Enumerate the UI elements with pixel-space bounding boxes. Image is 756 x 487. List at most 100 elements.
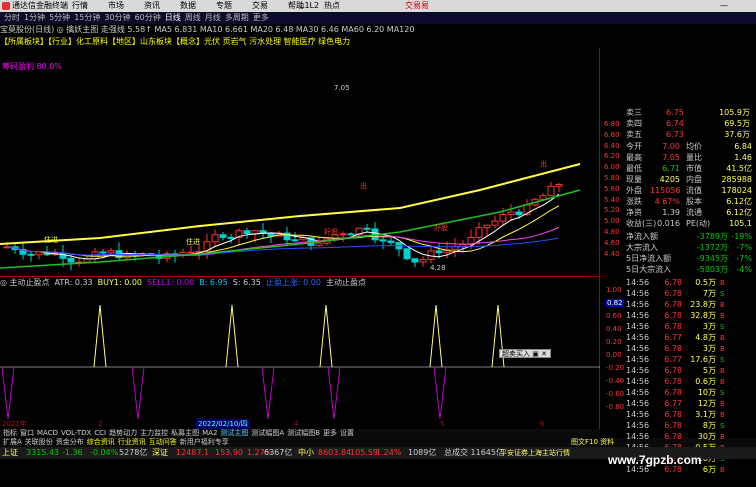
- period-tab[interactable]: 更多: [253, 13, 269, 22]
- menu-item[interactable]: 市场: [108, 1, 124, 10]
- indicator-tick-label: 0.00: [606, 351, 622, 359]
- candle-body: [219, 234, 227, 238]
- info-tab[interactable]: 行业资讯: [118, 438, 146, 446]
- indicator-tab[interactable]: 主力监控: [140, 429, 168, 437]
- period-tab[interactable]: 多周期: [225, 13, 249, 22]
- tick-side: S: [720, 356, 725, 364]
- period-tab[interactable]: 日线: [165, 13, 181, 22]
- sell-level-row: 卖三 6.75 105.9万: [600, 108, 756, 118]
- indicator-tab[interactable]: MACD: [37, 429, 58, 437]
- period-tab[interactable]: 1分钟: [24, 13, 45, 22]
- menu-item[interactable]: 资讯: [144, 1, 160, 10]
- stat-value: 41.5亿: [726, 164, 752, 173]
- tick-time: 14:56: [626, 377, 650, 386]
- indicator-popup[interactable]: 超卖买入 ▣ ✕: [499, 349, 551, 358]
- indicator-tick-label: -0.60: [606, 390, 625, 398]
- indicator-tab[interactable]: VOL-TDX: [61, 429, 91, 437]
- tick-side: B: [720, 312, 725, 320]
- sell-level-volume: 105.9万: [719, 108, 750, 117]
- info-tab[interactable]: 关联股份: [25, 438, 53, 446]
- indicator-tab[interactable]: 测试幅图A: [251, 429, 284, 437]
- indicator-tab[interactable]: MA2: [202, 429, 217, 437]
- info-tab[interactable]: 综合资讯: [87, 438, 115, 446]
- capital-value: -9345万: [696, 254, 728, 263]
- menu-item[interactable]: 专题: [216, 1, 232, 10]
- tick-time: 14:56: [626, 322, 650, 331]
- stat-key: 最低: [626, 164, 642, 173]
- indicator-tab[interactable]: 设置: [340, 429, 354, 437]
- period-tab[interactable]: 60分钟: [135, 13, 161, 22]
- tick-volume: 32.8万: [690, 311, 716, 320]
- candle-body: [27, 253, 35, 256]
- tick-volume: 4.8万: [695, 333, 716, 342]
- menu-item[interactable]: 数据: [180, 1, 196, 10]
- stat-value: 0.016: [657, 219, 680, 228]
- period-tab[interactable]: 分时: [4, 13, 20, 22]
- candle-body: [483, 224, 491, 229]
- zx-name[interactable]: 中小: [298, 447, 314, 459]
- watermark: www.7gpzb.com: [608, 453, 702, 467]
- stat-value: 178024: [721, 186, 752, 195]
- account-label[interactable]: L1L2: [300, 0, 319, 12]
- indicator-tab[interactable]: 窗口: [20, 429, 34, 437]
- tick-price: 6.77: [664, 333, 682, 342]
- price-tick-label: 4.40: [604, 249, 620, 258]
- tick-volume: 10万: [697, 388, 716, 397]
- quick-trade-button[interactable]: 交易易: [405, 0, 429, 12]
- kline-chart[interactable]: 4.287.05住进 住进好股 好股出出: [0, 48, 600, 276]
- menu-item[interactable]: 交易: [252, 1, 268, 10]
- info-tab[interactable]: 扩展A: [3, 438, 22, 446]
- indicator-tabs: 指标 窗口 MACD VOL-TDX CCI 趋势动力 主力监控 私募主图 MA2 测试主图 测试幅…: [0, 429, 600, 438]
- sh-val: 3315.43: [26, 448, 60, 457]
- indicator-tab[interactable]: 测试主图: [220, 429, 248, 437]
- info-tab[interactable]: 资金分布: [56, 438, 84, 446]
- info-tab[interactable]: 互动问答: [149, 438, 177, 446]
- indicator-tab[interactable]: 指标: [3, 429, 17, 437]
- stat-value: 285988: [721, 175, 752, 184]
- tick-side: S: [720, 389, 725, 397]
- date-label: 2022/02/10/四: [196, 419, 250, 429]
- candle-body: [515, 211, 523, 216]
- stat-row: 涨跌 4.67% 股本 6.12亿: [600, 197, 756, 207]
- tick-price: 6.78: [664, 410, 682, 419]
- indicator-tab[interactable]: 趋势动力: [109, 429, 137, 437]
- candle-body: [291, 239, 299, 242]
- price-tick-label: 5.60: [604, 184, 620, 193]
- candle-body: [547, 185, 555, 197]
- indicator-tab[interactable]: CCI: [94, 429, 106, 437]
- tick-price: 6.78: [664, 300, 682, 309]
- indicator-tab[interactable]: 更多: [323, 429, 337, 437]
- sell-signal-spike: [131, 366, 145, 420]
- period-tab[interactable]: 5分钟: [49, 13, 70, 22]
- indicator-tick-label: 1.00: [606, 286, 622, 294]
- period-tab[interactable]: 月线: [205, 13, 221, 22]
- stat-row: 外盘 115056 流值 178024: [600, 186, 756, 196]
- sz-name[interactable]: 深证: [152, 447, 168, 459]
- candle-body: [227, 236, 235, 239]
- menu-item[interactable]: 行情: [72, 1, 88, 10]
- candle-body: [339, 233, 347, 236]
- quote-panel: 卖三 6.75 105.9万 卖四 6.74 69.5万 卖五 6.73 37.6万 今开 7.00…: [600, 108, 756, 474]
- candle-body: [211, 234, 219, 243]
- period-tab[interactable]: 30分钟: [104, 13, 130, 22]
- date-label: 2: [98, 420, 103, 428]
- stat-key: 流通: [686, 208, 702, 217]
- period-tab[interactable]: 周线: [185, 13, 201, 22]
- tick-time: 14:56: [626, 388, 650, 397]
- capital-value: -3789万: [696, 232, 728, 241]
- tick-price: 6.77: [664, 399, 682, 408]
- tick-side: B: [720, 345, 725, 353]
- price-tick-label: 6.80: [604, 120, 620, 128]
- info-tab[interactable]: 新用户福利专享: [180, 438, 229, 446]
- buy-signal-spike: [225, 304, 239, 368]
- indicator-tab[interactable]: 私募主图: [171, 429, 199, 437]
- period-tab[interactable]: 15分钟: [74, 13, 100, 22]
- indicator-tab[interactable]: 测试幅图B: [287, 429, 320, 437]
- sell-level-label: 卖三: [626, 108, 642, 117]
- sh-name[interactable]: 上证: [2, 447, 18, 459]
- menu-item[interactable]: 热点: [324, 1, 340, 10]
- sell-level-row: 卖五 6.73 37.6万: [600, 130, 756, 140]
- indicator-tick-label: 0.60: [606, 312, 622, 320]
- capital-pct: -7%: [736, 243, 752, 252]
- stat-row: 收益(三) 0.016 PE(动) 105.1: [600, 219, 756, 229]
